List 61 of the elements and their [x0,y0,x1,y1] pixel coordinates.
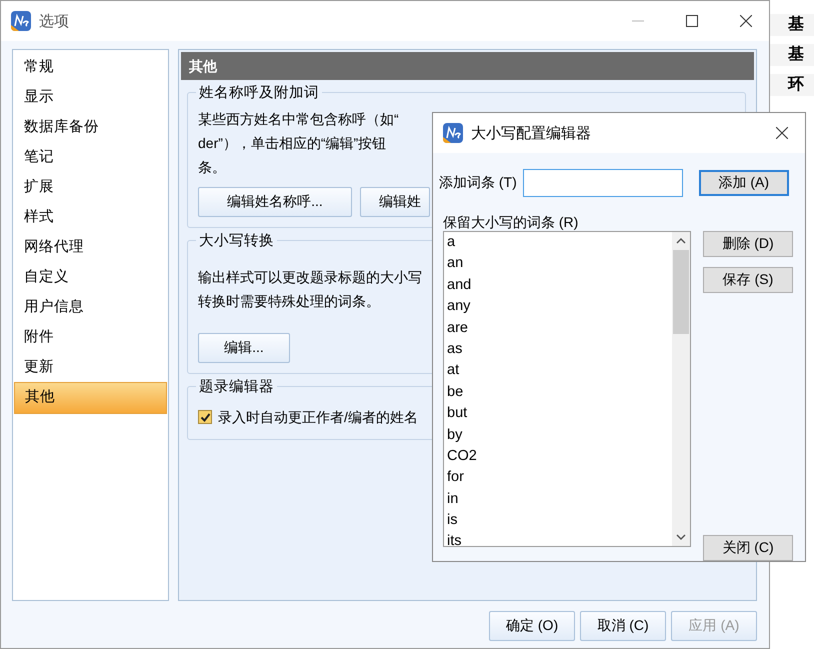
edit-button[interactable]: 编辑姓 [360,187,430,217]
add-label: 添加词条 (T) [439,174,517,192]
dialog-button[interactable]: 取消 (C) [580,611,666,641]
scrollbar-thumb[interactable] [673,250,689,334]
sidebar-item[interactable]: 附件 [14,322,167,352]
list-item[interactable]: a [447,232,672,254]
close-button[interactable]: 关闭 (C) [703,535,793,561]
input-field[interactable] [522,169,683,197]
app-logo-icon [443,123,463,143]
sidebar-item[interactable]: 用户信息 [14,292,167,322]
list-item[interactable]: in [447,488,672,510]
sidebar-item[interactable]: 其他 [14,382,167,414]
sidebar-item[interactable]: 扩展 [14,172,167,202]
add-button[interactable]: 添加 (A) [698,170,789,196]
description-text: 条。 [198,158,226,177]
checkbox[interactable] [198,410,212,424]
background-text: 环 [770,74,814,96]
list-item[interactable]: CO2 [447,446,672,468]
app-logo-icon [11,11,31,31]
sidebar-item[interactable]: 网络代理 [14,232,167,262]
checkbox-label: 录入时自动更正作者/编者的姓名 [218,408,418,427]
list-item[interactable]: by [447,424,672,446]
list-item[interactable]: but [447,403,672,425]
sidebar-item[interactable]: 笔记 [14,142,167,172]
sidebar-item[interactable]: 自定义 [14,262,167,292]
group-title: 大小写转换 [196,231,277,250]
sidebar-item[interactable]: 更新 [14,352,167,382]
list-item[interactable]: its [447,531,672,546]
list-item[interactable]: be [447,382,672,404]
list-item[interactable]: at [447,360,672,382]
description-text: 输出样式可以更改题录标题的大小写 [198,268,422,287]
sidebar-item[interactable]: 样式 [14,202,167,232]
edit-button[interactable]: 编辑... [198,333,290,363]
scroll-down-icon[interactable] [676,533,686,541]
background-text: 基 [770,14,814,36]
dialog-button[interactable]: 确定 (O) [489,611,575,641]
edit-button[interactable]: 编辑姓名称呼... [198,187,352,217]
word-list[interactable]: a an and any are as at be but by CO2 for in is its [443,231,691,547]
list-item[interactable]: any [447,296,672,318]
panel-header: 其他 [181,52,754,80]
list-item[interactable]: is [447,510,672,532]
list-item[interactable]: are [447,318,672,339]
list-item[interactable]: as [447,338,672,360]
group-title: 姓名称呼及附加词 [196,83,322,102]
list-item[interactable]: for [447,467,672,489]
description-text: 某些西方姓名中常包含称呼（如“ [198,110,399,129]
scroll-up-icon[interactable] [676,237,686,245]
sidebar-item[interactable]: 显示 [14,82,167,112]
sidebar-item[interactable]: 数据库备份 [14,112,167,142]
group-title: 题录编辑器 [196,377,277,396]
dialog-button[interactable]: 保存 (S) [703,267,793,293]
list-item[interactable]: and [447,274,672,296]
list-item[interactable]: an [447,253,672,275]
background-text: 基 [770,44,814,66]
sidebar-item[interactable]: 常规 [14,52,167,82]
description-text: 转换时需要特殊处理的词条。 [198,292,380,311]
window-title: 选项 [39,12,70,30]
description-text: der”），单击相应的“编辑”按钮 [198,134,386,153]
list-label: 保留大小写的词条 (R) [442,213,580,231]
dialog-title: 大小写配置编辑器 [471,124,592,142]
dialog-button[interactable]: 删除 (D) [703,231,793,257]
